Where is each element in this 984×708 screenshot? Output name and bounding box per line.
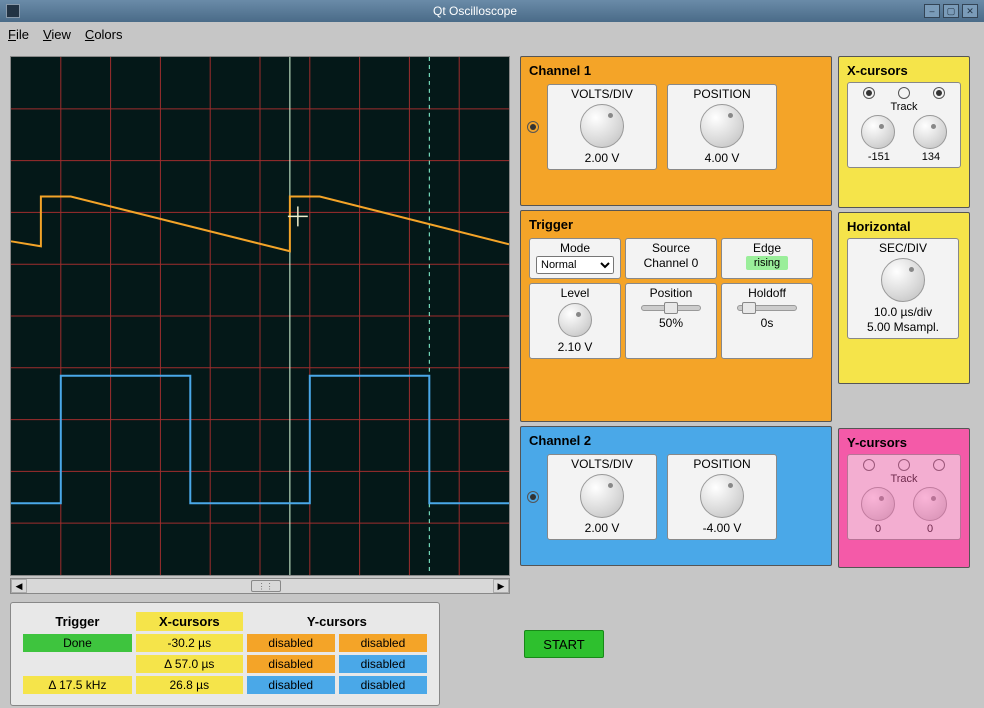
xcursor-1-value: -151	[868, 151, 890, 163]
trigger-holdoff-label: Holdoff	[748, 286, 786, 300]
status-trigger-header: Trigger	[23, 612, 132, 631]
ch2-volts-label: VOLTS/DIV	[571, 457, 633, 471]
horizontal-value: 10.0 µs/div	[874, 305, 932, 319]
horizontal-title: Horizontal	[847, 219, 963, 234]
xcursor-radio-1[interactable]	[863, 87, 875, 99]
trigger-holdoff-value: 0s	[761, 316, 774, 330]
status-xcursors-header: X-cursors	[136, 612, 243, 631]
status-y-disabled: disabled	[339, 676, 427, 694]
trigger-mode-select[interactable]: Normal	[536, 256, 614, 274]
scroll-right-button[interactable]: ▶	[493, 579, 509, 593]
trigger-mode-label: Mode	[560, 241, 590, 255]
ycursor-radio-1[interactable]	[863, 459, 875, 471]
xcursor-track-label: Track	[852, 101, 956, 113]
ch2-position-value: -4.00 V	[703, 521, 742, 535]
status-ycursors-header: Y-cursors	[247, 612, 427, 631]
ch2-volts-knob[interactable]	[580, 474, 624, 518]
xcursor-radio-track[interactable]	[898, 87, 910, 99]
horizontal-sample: 5.00 Msampl.	[867, 320, 939, 334]
horizontal-panel: Horizontal SEC/DIV 10.0 µs/div 5.00 Msam…	[838, 212, 970, 384]
status-panel: Trigger X-cursors Y-cursors Done -30.2 µ…	[10, 602, 440, 706]
ch1-position-label: POSITION	[693, 87, 750, 101]
ch1-volts-value: 2.00 V	[585, 151, 620, 165]
channel-2-title: Channel 2	[529, 433, 825, 448]
minimize-button[interactable]: –	[924, 4, 940, 18]
ycursor-radio-2[interactable]	[933, 459, 945, 471]
y-cursors-panel: Y-cursors Track 0 0	[838, 428, 970, 568]
trigger-position-slider[interactable]	[641, 305, 701, 311]
channel-1-panel: Channel 1 VOLTS/DIV 2.00 V POSITION 4.00…	[520, 56, 832, 206]
oscilloscope-display[interactable]	[10, 56, 510, 576]
ycursor-1-knob[interactable]	[861, 487, 895, 521]
status-trigger-done: Done	[23, 634, 132, 652]
channel-1-enable-radio[interactable]	[527, 121, 539, 133]
menubar: File View Colors	[0, 22, 984, 46]
maximize-button[interactable]: ▢	[943, 4, 959, 18]
trigger-source-value: Channel 0	[644, 256, 699, 270]
xcursor-2-value: 134	[922, 151, 940, 163]
ycursor-2-knob[interactable]	[913, 487, 947, 521]
menu-file[interactable]: File	[8, 27, 29, 42]
ycursor-2-value: 0	[927, 523, 933, 535]
ch1-volts-knob[interactable]	[580, 104, 624, 148]
ycursor-1-value: 0	[875, 523, 881, 535]
start-button[interactable]: START	[524, 630, 604, 658]
status-x1: -30.2 µs	[136, 634, 243, 652]
ch2-volts-value: 2.00 V	[585, 521, 620, 535]
status-y-disabled: disabled	[339, 634, 427, 652]
status-x2: 26.8 µs	[136, 676, 243, 694]
trigger-panel: Trigger Mode Normal Source Channel 0 Edg…	[520, 210, 832, 422]
trigger-level-knob[interactable]	[558, 303, 592, 337]
x-cursors-title: X-cursors	[847, 63, 963, 78]
close-button[interactable]: ✕	[962, 4, 978, 18]
status-y-disabled: disabled	[247, 676, 335, 694]
trigger-source-label: Source	[652, 241, 690, 255]
channel-1-title: Channel 1	[529, 63, 825, 78]
trigger-holdoff-slider[interactable]	[737, 305, 797, 311]
x-cursors-panel: X-cursors Track -151 134	[838, 56, 970, 208]
ch1-position-knob[interactable]	[700, 104, 744, 148]
horizontal-scrollbar[interactable]: ◀ ⋮⋮ ▶	[10, 578, 510, 594]
y-cursors-title: Y-cursors	[847, 435, 963, 450]
status-y-disabled: disabled	[339, 655, 427, 673]
trigger-level-label: Level	[561, 286, 590, 300]
scroll-left-button[interactable]: ◀	[11, 579, 27, 593]
ycursor-track-label: Track	[852, 473, 956, 485]
ch1-volts-label: VOLTS/DIV	[571, 87, 633, 101]
menu-view[interactable]: View	[43, 27, 71, 42]
trigger-edge-label: Edge	[753, 241, 781, 255]
ch1-position-value: 4.00 V	[705, 151, 740, 165]
status-x-delta: Δ 57.0 µs	[136, 655, 243, 673]
menu-colors[interactable]: Colors	[85, 27, 123, 42]
status-trigger-freq: Δ 17.5 kHz	[23, 676, 132, 694]
channel-2-panel: Channel 2 VOLTS/DIV 2.00 V POSITION -4.0…	[520, 426, 832, 566]
trigger-title: Trigger	[529, 217, 825, 232]
scroll-thumb[interactable]: ⋮⋮	[251, 580, 281, 592]
trigger-position-label: Position	[650, 286, 693, 300]
xcursor-2-knob[interactable]	[913, 115, 947, 149]
status-y-disabled: disabled	[247, 634, 335, 652]
xcursor-1-knob[interactable]	[861, 115, 895, 149]
app-icon	[6, 4, 20, 18]
ycursor-radio-track[interactable]	[898, 459, 910, 471]
trigger-position-value: 50%	[659, 316, 683, 330]
trigger-edge-value[interactable]: rising	[746, 256, 788, 270]
trigger-level-value: 2.10 V	[558, 340, 593, 354]
ch2-position-knob[interactable]	[700, 474, 744, 518]
xcursor-radio-2[interactable]	[933, 87, 945, 99]
channel-2-enable-radio[interactable]	[527, 491, 539, 503]
status-y-disabled: disabled	[247, 655, 335, 673]
ch2-position-label: POSITION	[693, 457, 750, 471]
horizontal-label: SEC/DIV	[879, 241, 927, 255]
horizontal-knob[interactable]	[881, 258, 925, 302]
window-title: Qt Oscilloscope	[26, 4, 924, 18]
